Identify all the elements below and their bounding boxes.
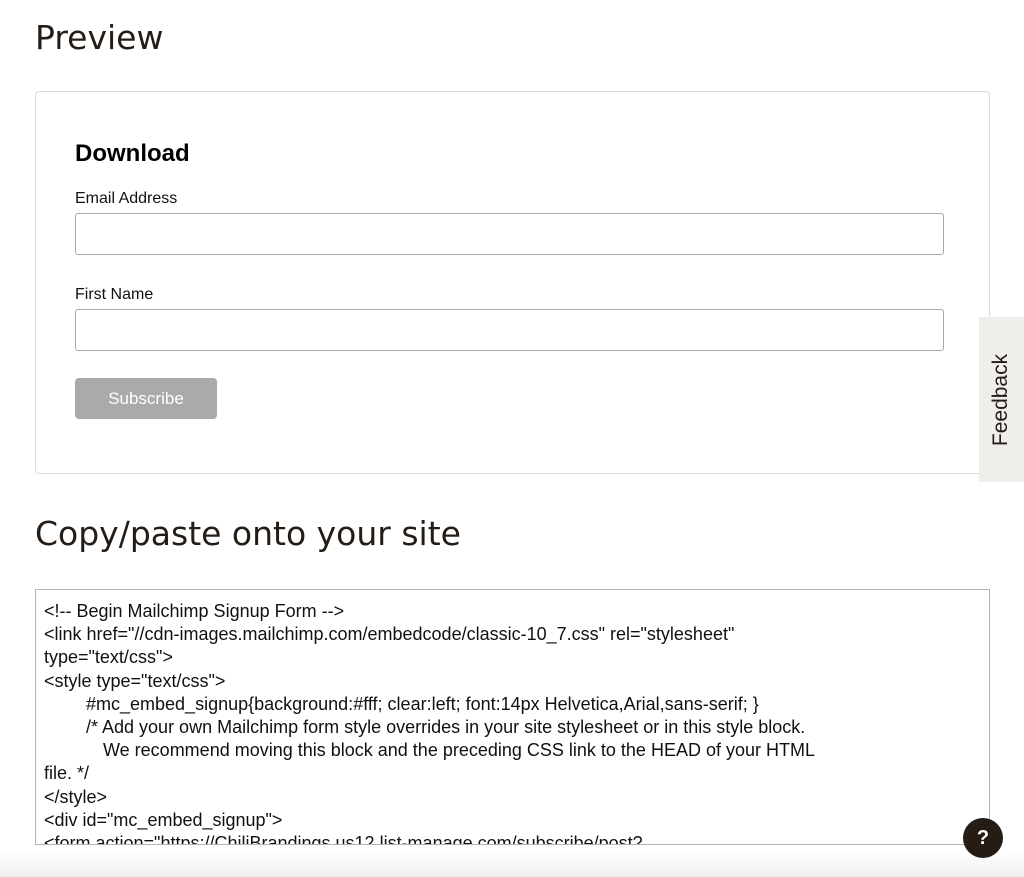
first-name-input[interactable] xyxy=(75,309,944,351)
code-line: <div id="mc_embed_signup"> xyxy=(44,809,283,830)
question-mark-icon: ? xyxy=(976,826,990,849)
code-line: type="text/css"> xyxy=(44,647,173,668)
code-line: <style type="text/css"> xyxy=(44,670,226,691)
code-line: <!-- Begin Mailchimp Signup Form --> xyxy=(44,601,345,621)
feedback-tab[interactable]: Feedback xyxy=(979,317,1024,482)
copy-paste-heading: Copy/paste onto your site xyxy=(35,514,461,553)
first-name-label: First Name xyxy=(75,286,154,303)
form-title: Download xyxy=(75,140,190,167)
code-line: </style> xyxy=(44,786,108,807)
embed-form-page: Preview Download Email Address First Nam… xyxy=(0,0,1024,877)
subscribe-button[interactable]: Subscribe xyxy=(75,378,217,419)
email-address-label: Email Address xyxy=(75,190,178,207)
form-preview-card: Download Email Address First Name Subscr… xyxy=(35,91,990,474)
code-line: #mc_embed_signup{background:#fff; clear:… xyxy=(86,693,759,714)
email-address-input[interactable] xyxy=(75,213,944,255)
code-line: <link href="//cdn-images.mailchimp.com/e… xyxy=(44,624,735,645)
code-line: We recommend moving this block and the p… xyxy=(103,740,815,761)
code-line: file. */ xyxy=(44,763,90,784)
feedback-label: Feedback xyxy=(989,353,1013,446)
preview-heading: Preview xyxy=(35,18,164,57)
help-button[interactable]: ? xyxy=(963,818,1003,858)
code-line: /* Add your own Mailchimp form style ove… xyxy=(86,717,806,738)
code-line: <form action="https://ChiliBrandings.us1… xyxy=(44,833,643,845)
embed-code-textarea[interactable]: <!-- Begin Mailchimp Signup Form --> <li… xyxy=(35,589,990,845)
bottom-edge-shadow xyxy=(0,852,1024,877)
